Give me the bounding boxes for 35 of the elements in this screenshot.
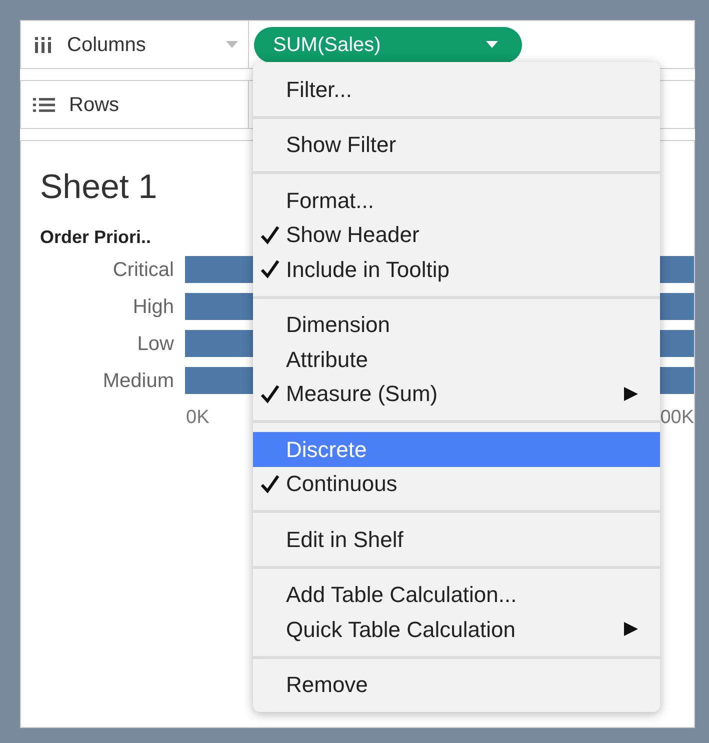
- check-icon: [260, 474, 280, 494]
- menu-item[interactable]: Show Filter: [253, 128, 660, 162]
- submenu-arrow-icon: [624, 386, 638, 401]
- row-label: Medium: [102, 368, 174, 394]
- menu-item[interactable]: Remove: [253, 668, 660, 702]
- menu-item[interactable]: Continuous: [253, 466, 660, 501]
- menu-item[interactable]: Include in Tooltip: [253, 252, 660, 286]
- field-header: Order Priori..: [40, 226, 152, 248]
- shelf-name: Rows: [69, 92, 120, 118]
- columns-icon: [33, 34, 53, 54]
- row-label: Critical: [112, 258, 174, 282]
- menu-item[interactable]: Add Table Calculation...: [253, 578, 660, 612]
- sheet-title: Sheet 1: [40, 167, 158, 208]
- axis-tick: 00K: [660, 406, 694, 430]
- row-label: Low: [136, 332, 174, 356]
- submenu-arrow-icon: [624, 622, 638, 636]
- measure-pill[interactable]: SUM(Sales): [254, 26, 522, 62]
- menu-item[interactable]: Edit in Shelf: [253, 522, 660, 556]
- menu-item[interactable]: Measure (Sum): [253, 376, 660, 411]
- menu-item[interactable]: Dimension: [253, 308, 660, 342]
- menu-item[interactable]: Attribute: [253, 342, 660, 376]
- menu-item[interactable]: Format...: [253, 183, 660, 218]
- caret-icon: [486, 40, 498, 48]
- menu-item[interactable]: Discrete: [253, 432, 660, 466]
- axis-tick: 0K: [186, 406, 210, 430]
- shelf-name: Columns: [67, 32, 147, 58]
- check-icon: [260, 224, 280, 245]
- menu-item[interactable]: Show Header: [253, 218, 660, 252]
- check-icon: [260, 384, 280, 404]
- check-icon: [260, 259, 280, 280]
- menu-item[interactable]: Quick Table Calculation: [253, 612, 660, 646]
- rows-icon: [33, 96, 55, 112]
- row-label: High: [132, 294, 174, 320]
- caret-icon[interactable]: [226, 40, 238, 48]
- menu-item[interactable]: Filter...: [253, 72, 660, 106]
